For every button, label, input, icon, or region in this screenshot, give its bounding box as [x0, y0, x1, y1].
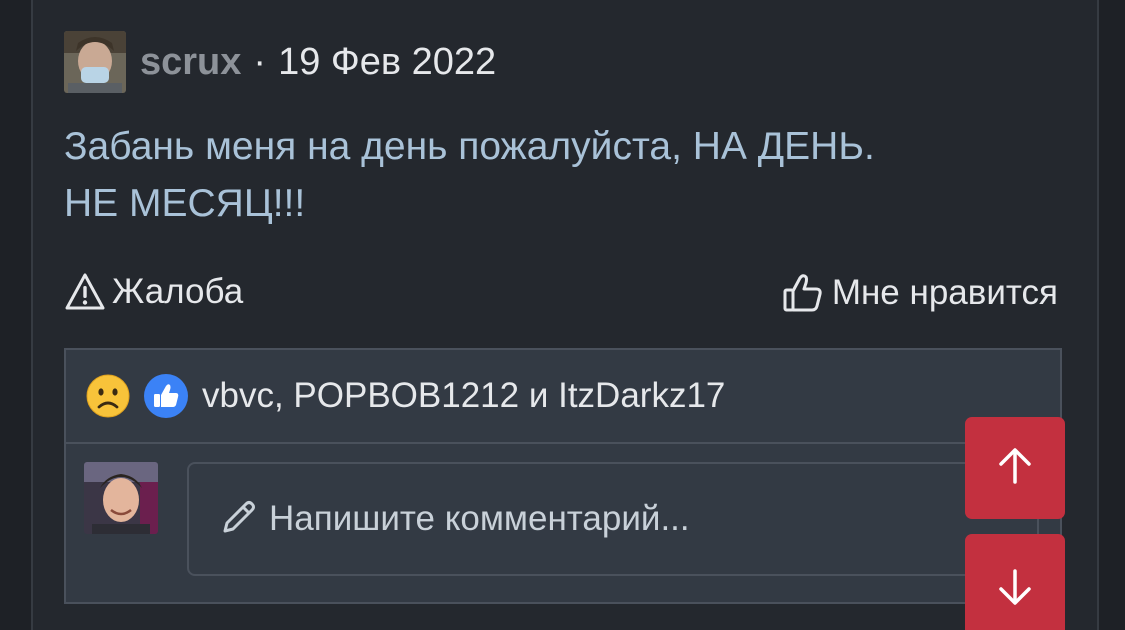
sad-face-icon — [86, 374, 130, 418]
comment-row: Напишите комментарий... — [66, 444, 1060, 602]
comments-box: vbvc, POPBOB1212 и ItzDarkz17 Напишите к… — [64, 348, 1062, 604]
report-label: Жалоба — [112, 272, 244, 311]
author-username[interactable]: scrux — [140, 41, 241, 84]
post-date: 19 Фев 2022 — [278, 40, 497, 83]
scroll-down-button[interactable] — [965, 534, 1065, 630]
scroll-up-button[interactable] — [965, 417, 1065, 519]
post-header: scrux · 19 Фев 2022 — [64, 30, 496, 94]
warning-icon — [64, 272, 106, 312]
arrow-down-icon — [995, 567, 1035, 612]
reactions-row[interactable]: vbvc, POPBOB1212 и ItzDarkz17 — [66, 350, 1060, 444]
current-user-avatar — [84, 462, 158, 534]
author-avatar[interactable] — [64, 31, 126, 93]
post-text-line: Забань меня на день пожалуйста, НА ДЕНЬ. — [64, 125, 875, 168]
thumbs-up-icon — [144, 374, 188, 418]
comment-input[interactable]: Напишите комментарий... — [187, 462, 1039, 576]
post-actions: Жалоба Мне нравится — [64, 272, 1058, 318]
report-button[interactable]: Жалоба — [64, 272, 243, 312]
page: scrux · 19 Фев 2022 Забань меня на день … — [0, 0, 1125, 630]
meta-separator: · — [253, 40, 267, 83]
post-text: Забань меня на день пожалуйста, НА ДЕНЬ.… — [64, 118, 1044, 232]
comment-placeholder: Напишите комментарий... — [269, 499, 690, 538]
like-label: Мне нравится — [831, 273, 1058, 312]
thumbs-up-outline-icon — [782, 272, 824, 314]
reactors-list[interactable]: vbvc, POPBOB1212 и ItzDarkz17 — [202, 376, 725, 416]
like-button[interactable]: Мне нравится — [782, 272, 1058, 314]
pencil-icon — [219, 497, 259, 542]
arrow-up-icon — [995, 446, 1035, 491]
post-text-line: НЕ МЕСЯЦ!!! — [64, 182, 306, 225]
